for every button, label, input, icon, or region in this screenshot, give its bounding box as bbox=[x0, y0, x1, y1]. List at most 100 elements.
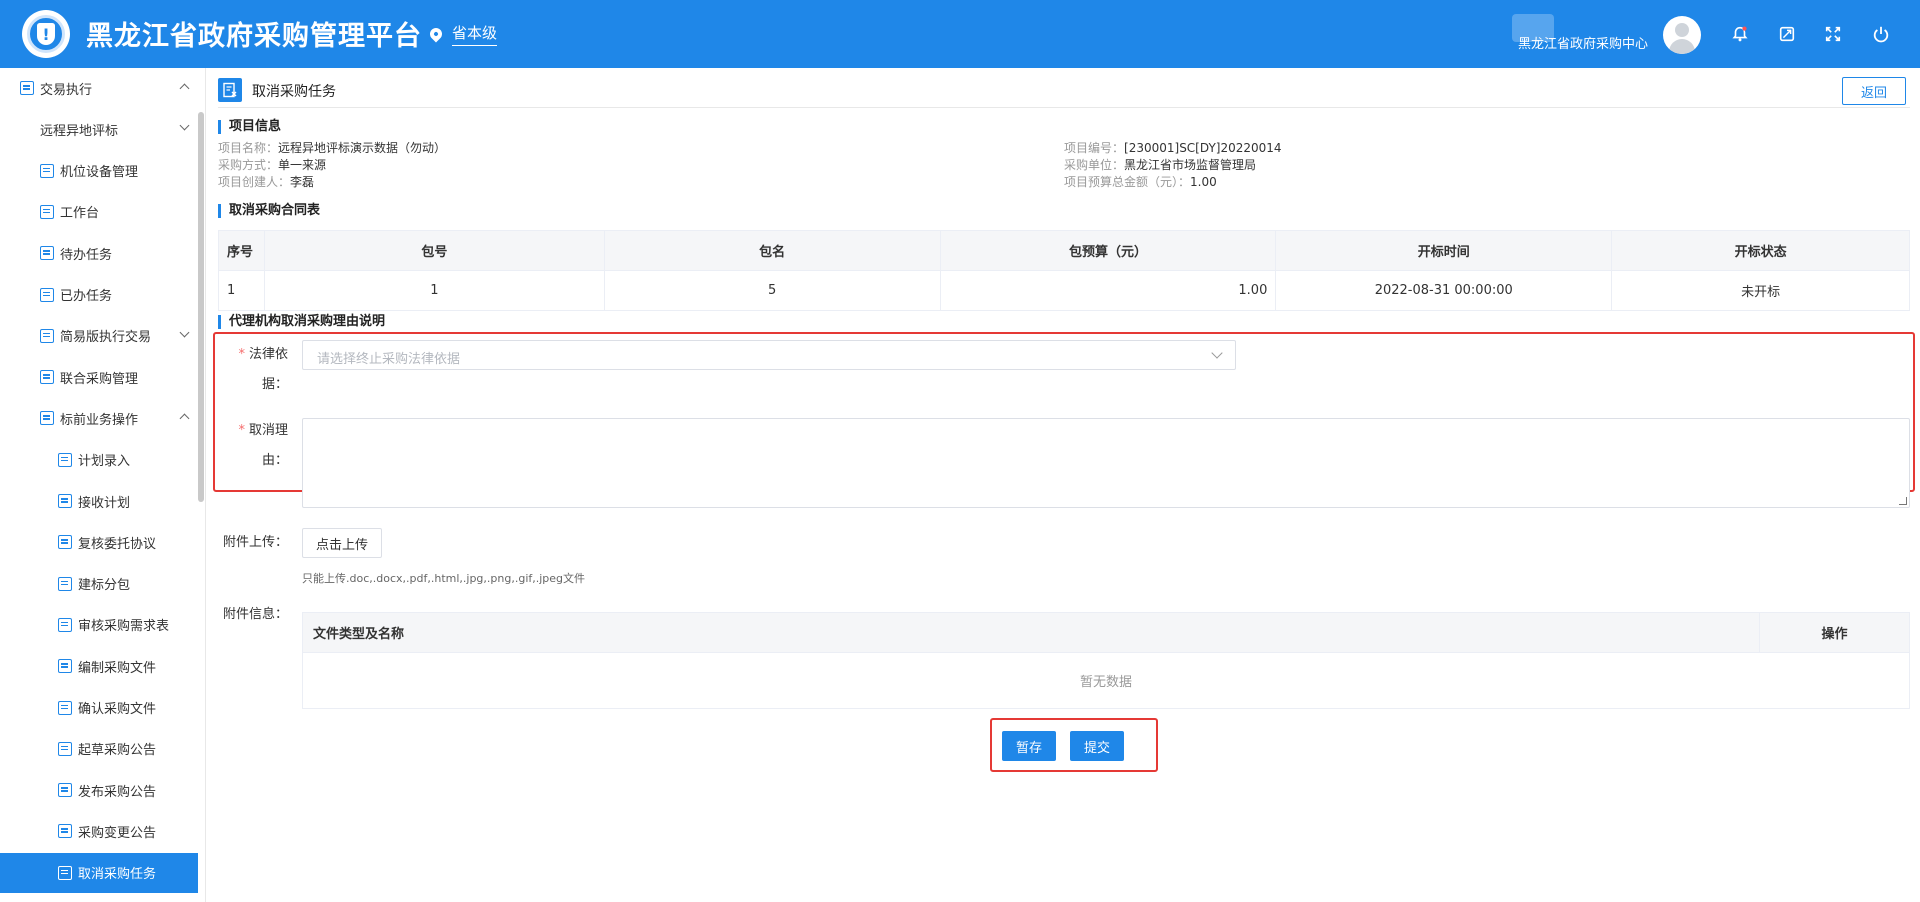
project-info-title: 项目信息 bbox=[218, 120, 281, 134]
location-pin-icon bbox=[427, 25, 445, 43]
platform-logo: ! bbox=[22, 10, 70, 58]
menu-item-icon bbox=[40, 246, 54, 261]
sidebar-item-label: 交易执行 bbox=[40, 82, 93, 98]
project-info-row: 采购单位：黑龙江省市场监督管理局 bbox=[1064, 156, 1256, 173]
sidebar-item-label: 起草采购公告 bbox=[78, 743, 157, 759]
reason-label-cont: 由： bbox=[261, 453, 288, 468]
sidebar-item[interactable]: 标前业务操作 bbox=[0, 398, 198, 438]
sidebar-item-label: 标前业务操作 bbox=[60, 412, 139, 428]
menu-item-icon bbox=[58, 824, 72, 839]
screen-icon[interactable] bbox=[1777, 24, 1797, 44]
back-button[interactable]: 返回 bbox=[1842, 77, 1906, 105]
sidebar-item[interactable]: 已办任务 bbox=[0, 275, 198, 315]
power-icon[interactable] bbox=[1871, 24, 1891, 44]
chevron-down-icon[interactable] bbox=[179, 120, 190, 131]
reason-label: * 取消理 bbox=[238, 423, 288, 438]
sidebar-item[interactable]: 待办任务 bbox=[0, 233, 198, 273]
sidebar-item[interactable]: 工作台 bbox=[0, 192, 198, 232]
sidebar-item[interactable]: 复核委托协议 bbox=[0, 522, 198, 562]
sidebar-scrollbar[interactable] bbox=[198, 112, 204, 502]
table-header-cell: 包预算（元） bbox=[939, 230, 1277, 271]
menu-item-icon bbox=[58, 741, 72, 756]
legal-basis-placeholder: 请选择终止采购法律依据 bbox=[317, 352, 461, 367]
sidebar-item[interactable]: 计划录入 bbox=[0, 440, 198, 480]
chevron-down-icon bbox=[1211, 347, 1223, 359]
sidebar-item-label: 审核采购需求表 bbox=[78, 619, 170, 635]
menu-item-icon bbox=[58, 576, 72, 591]
info-value: [230001]SC[DY]20220014 bbox=[1124, 141, 1282, 155]
sidebar-item-label: 编制采购文件 bbox=[78, 660, 157, 676]
project-info-row: 项目名称：远程异地评标演示数据（勿动） bbox=[218, 139, 446, 156]
sidebar-item[interactable]: 审核采购需求表 bbox=[0, 605, 198, 645]
avatar[interactable] bbox=[1663, 16, 1701, 54]
table-cell: 1.00 bbox=[939, 270, 1277, 311]
chevron-up-icon[interactable] bbox=[179, 83, 190, 94]
sidebar-item-label: 建标分包 bbox=[78, 578, 131, 594]
region-selector[interactable]: 省本级 bbox=[427, 22, 498, 46]
sidebar-item[interactable]: 发布采购公告 bbox=[0, 770, 198, 810]
table-cell: 1 bbox=[218, 270, 265, 311]
fullscreen-icon[interactable] bbox=[1823, 24, 1843, 44]
info-value: 单一来源 bbox=[278, 158, 327, 172]
submit-button[interactable]: 提交 bbox=[1070, 731, 1124, 761]
menu-item-icon bbox=[40, 163, 54, 178]
sidebar-item[interactable]: 确认采购文件 bbox=[0, 688, 198, 728]
contract-table: 序号 包号 包名 包预算（元） 开标时间 开标状态 1 1 5 1.00 2022-08-31 0… bbox=[218, 230, 1910, 311]
menu-item-icon bbox=[58, 865, 72, 880]
page-title: 取消采购任务 bbox=[252, 84, 336, 100]
main-content: 取消采购任务 返回 项目信息 项目名称：远程异地评标演示数据（勿动） 采购方式：单… bbox=[206, 68, 1920, 902]
legal-basis-label-cont: 据： bbox=[261, 377, 288, 392]
project-info-row: 项目预算总金额（元）：1.00 bbox=[1064, 173, 1217, 190]
table-header-cell: 开标时间 bbox=[1275, 230, 1613, 271]
menu-item-icon bbox=[40, 411, 54, 426]
sidebar-item[interactable]: 接收计划 bbox=[0, 481, 198, 521]
menu-item-icon bbox=[58, 452, 72, 467]
sidebar-item[interactable]: 编制采购文件 bbox=[0, 646, 198, 686]
save-draft-button[interactable]: 暂存 bbox=[1002, 731, 1056, 761]
user-name[interactable]: 黑龙江省政府采购中心 bbox=[1518, 33, 1648, 52]
table-row: 1 1 5 1.00 2022-08-31 00:00:00 未开标 bbox=[218, 270, 1910, 311]
menu-item-icon bbox=[40, 328, 54, 343]
info-label: 采购方式： bbox=[218, 158, 279, 172]
cancel-reason-textarea[interactable] bbox=[302, 418, 1910, 508]
info-label: 项目编号： bbox=[1064, 141, 1125, 155]
top-header: ! 黑龙江省政府采购管理平台 省本级 黑龙江省政府采购中心 bbox=[0, 0, 1920, 68]
sidebar-item-label: 复核委托协议 bbox=[78, 536, 157, 552]
menu-item-icon bbox=[58, 783, 72, 798]
menu-item-icon bbox=[58, 535, 72, 550]
info-label: 项目预算总金额（元）： bbox=[1064, 175, 1191, 189]
chevron-up-icon[interactable] bbox=[179, 413, 190, 424]
upload-button[interactable]: 点击上传 bbox=[302, 528, 382, 558]
cancel-task-icon bbox=[218, 78, 242, 102]
app-title: 黑龙江省政府采购管理平台 bbox=[86, 21, 422, 52]
sidebar-item-label: 接收计划 bbox=[78, 495, 131, 511]
contract-table-title: 取消采购合同表 bbox=[218, 204, 320, 218]
table-cell: 未开标 bbox=[1611, 270, 1910, 311]
sidebar-item-label: 机位设备管理 bbox=[60, 165, 139, 181]
legal-basis-select[interactable]: 请选择终止采购法律依据 bbox=[302, 340, 1236, 370]
sidebar-item[interactable]: 取消采购任务 bbox=[0, 852, 198, 893]
bell-icon[interactable] bbox=[1730, 24, 1750, 44]
chevron-down-icon[interactable] bbox=[179, 327, 190, 338]
sidebar-item[interactable]: 联合采购管理 bbox=[0, 357, 198, 397]
resize-grip-icon[interactable] bbox=[1899, 497, 1907, 505]
sidebar-item[interactable]: 远程异地评标 bbox=[0, 109, 198, 149]
menu-item-icon bbox=[40, 204, 54, 219]
sidebar-item[interactable]: 建标分包 bbox=[0, 564, 198, 604]
upload-hint: 只能上传.doc,.docx,.pdf,.html,.jpg,.png,.gif… bbox=[302, 572, 586, 585]
sidebar-item-label: 工作台 bbox=[60, 206, 100, 222]
sidebar-item[interactable]: 起草采购公告 bbox=[0, 729, 198, 769]
table-cell: 5 bbox=[603, 270, 941, 311]
table-header-cell: 序号 bbox=[218, 230, 265, 271]
sidebar-item-label: 远程异地评标 bbox=[40, 123, 119, 139]
sidebar-item[interactable]: 简易版执行交易 bbox=[0, 316, 198, 356]
table-header-cell: 开标状态 bbox=[1611, 230, 1910, 271]
menu-item-icon bbox=[58, 700, 72, 715]
sidebar-item[interactable]: 采购变更公告 bbox=[0, 811, 198, 851]
menu-item-icon bbox=[20, 81, 34, 95]
region-label[interactable]: 省本级 bbox=[452, 22, 498, 46]
sidebar-item-label: 发布采购公告 bbox=[78, 784, 157, 800]
sidebar-item[interactable]: 交易执行 bbox=[0, 68, 198, 108]
sidebar-item[interactable]: 机位设备管理 bbox=[0, 151, 198, 191]
table-cell: 1 bbox=[263, 270, 605, 311]
